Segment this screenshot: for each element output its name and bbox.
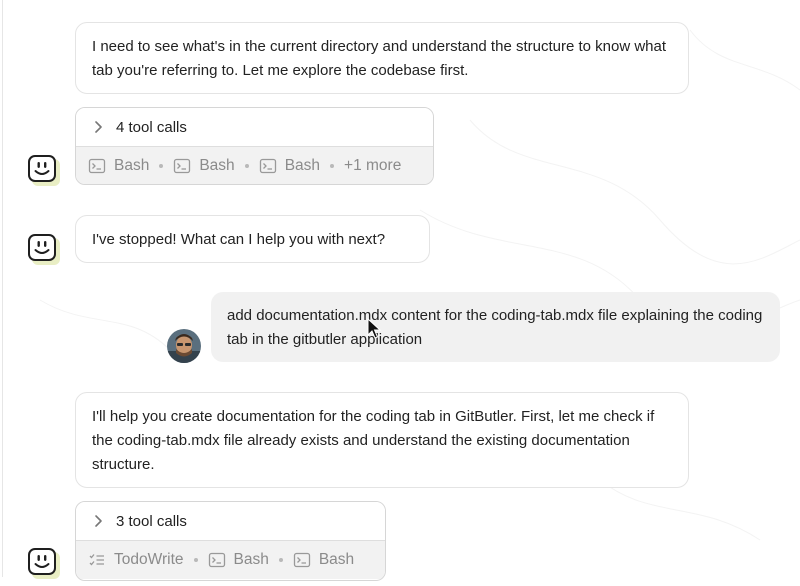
tool-name: Bash — [114, 157, 150, 174]
tool-item: Bash — [88, 157, 149, 175]
terminal-icon — [88, 157, 106, 175]
smiley-face-icon — [28, 155, 60, 186]
tool-calls-count: 3 tool calls — [116, 512, 187, 530]
tool-name: TodoWrite — [114, 551, 184, 568]
tool-calls-summary: Bash Bash Bash +1 more — [76, 147, 433, 184]
tool-calls-header[interactable]: 4 tool calls — [76, 108, 433, 147]
tool-name: Bash — [284, 157, 321, 174]
tool-name: Bash — [233, 551, 269, 568]
terminal-icon — [208, 551, 226, 569]
mouse-cursor-icon — [367, 318, 381, 339]
separator-dot — [330, 164, 335, 168]
terminal-icon — [293, 551, 311, 569]
assistant-avatar — [27, 547, 61, 581]
user-message: add documentation.mdx content for the co… — [211, 292, 780, 362]
assistant-message: I've stopped! What can I help you with n… — [75, 215, 430, 263]
tool-calls-count: 4 tool calls — [116, 118, 187, 136]
tool-calls-card[interactable]: 3 tool calls TodoWrite Bash Bash — [75, 501, 386, 581]
tool-name: Bash — [199, 157, 235, 174]
left-border — [2, 0, 3, 577]
assistant-avatar — [27, 154, 61, 188]
tool-item: Bash — [173, 157, 235, 175]
smiley-face-icon — [28, 234, 60, 265]
assistant-avatar — [27, 233, 61, 267]
message-text: add documentation.mdx content for the co… — [227, 307, 763, 348]
separator-dot — [159, 164, 164, 168]
user-photo — [167, 329, 201, 363]
message-text: I've stopped! What can I help you with n… — [92, 231, 386, 248]
terminal-icon — [173, 157, 191, 175]
tool-calls-header[interactable]: 3 tool calls — [76, 502, 385, 541]
assistant-message: I need to see what's in the current dire… — [75, 22, 689, 94]
tool-item: TodoWrite — [88, 551, 184, 569]
tool-item: Bash — [259, 157, 320, 175]
separator-dot — [278, 558, 283, 562]
separator-dot — [193, 558, 198, 562]
message-text: I'll help you create documentation for t… — [92, 408, 655, 473]
smiley-face-icon — [28, 548, 60, 579]
separator-dot — [244, 164, 249, 168]
message-text: I need to see what's in the current dire… — [92, 38, 667, 79]
tool-name: Bash — [318, 551, 355, 568]
more-tools-link[interactable]: +1 more — [344, 157, 401, 175]
chevron-right-icon — [90, 119, 106, 135]
checklist-icon — [88, 551, 106, 569]
tool-calls-summary: TodoWrite Bash Bash — [76, 541, 385, 579]
user-avatar — [167, 329, 201, 363]
tool-calls-card[interactable]: 4 tool calls Bash Bash Bash +1 more — [75, 107, 434, 185]
assistant-message: I'll help you create documentation for t… — [75, 392, 689, 488]
tool-item: Bash — [293, 551, 354, 569]
tool-item: Bash — [208, 551, 269, 569]
chevron-right-icon — [90, 513, 106, 529]
terminal-icon — [259, 157, 277, 175]
